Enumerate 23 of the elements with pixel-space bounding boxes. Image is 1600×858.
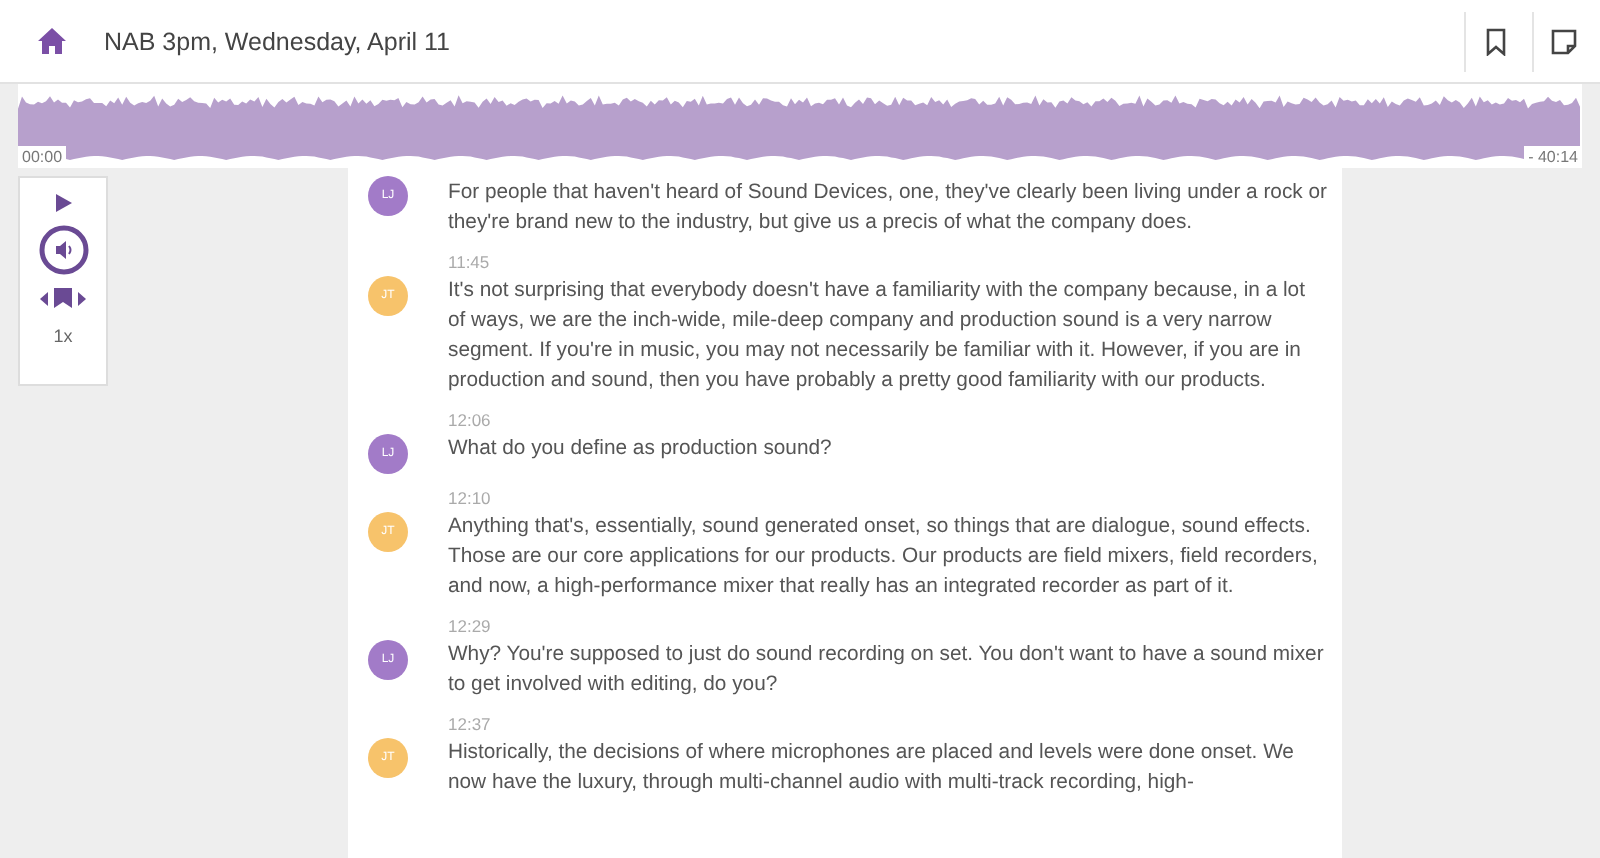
previous-bookmark-button[interactable] — [40, 291, 48, 305]
start-time: 00:00 — [18, 146, 67, 168]
transcript-text: For people that haven't heard of Sound Devices, one, they've clearly been living under a rock or they're brand new to the industry, but give us a precis of what the company does. — [448, 180, 1328, 238]
home-icon[interactable] — [38, 28, 66, 54]
speed-button[interactable]: 1x — [53, 326, 73, 346]
bookmark-icon — [1481, 27, 1509, 55]
timestamp: 12:10 — [448, 488, 491, 508]
transcript-text: It's not surprising that everybody doesn't have a familiarity with the company because, in a lot of ways, we are the inch-wide, mile-deep company and production sound is a very narrow segment. If you're in music, you may not necessarily be familiar with it. However, if you are in production and sound, then you have probably a pretty good familiarity with our products. — [448, 278, 1307, 396]
note-icon — [1549, 27, 1577, 55]
next-bookmark-button[interactable] — [78, 291, 86, 305]
timestamp: 12:29 — [448, 616, 491, 636]
play-button[interactable] — [55, 194, 71, 212]
transcript-text: Historically, the decisions of where microphones are placed and levels were done onset. We now have the luxury, through multi-channel audio with multi-track recording, high- — [448, 740, 1296, 798]
timestamp: 12:37 — [448, 714, 491, 734]
timestamp: 12:06 — [448, 410, 491, 430]
timestamp: 11:45 — [448, 252, 490, 272]
recording-title: NAB 3pm, Wednesday, April 11 — [104, 27, 453, 55]
transcript-text: Why? You're supposed to just do sound recording on set. You don't want to have a sound mixer to get involved with editing, do you? — [448, 642, 1326, 700]
volume-button[interactable] — [37, 224, 89, 276]
bookmark-icon — [54, 288, 72, 308]
remaining-time: - 40:14 — [1524, 146, 1582, 168]
transcript-text: Anything that's, essentially, sound generated onset, so things that are dialogue, sound effects. Those are our core applications for our products. Our products are field mixers, field recorders, and now, a high-performance mixer that really has an integrated recorder as part of it. — [448, 514, 1320, 602]
transcript-text: What do you define as production sound? — [448, 436, 834, 464]
